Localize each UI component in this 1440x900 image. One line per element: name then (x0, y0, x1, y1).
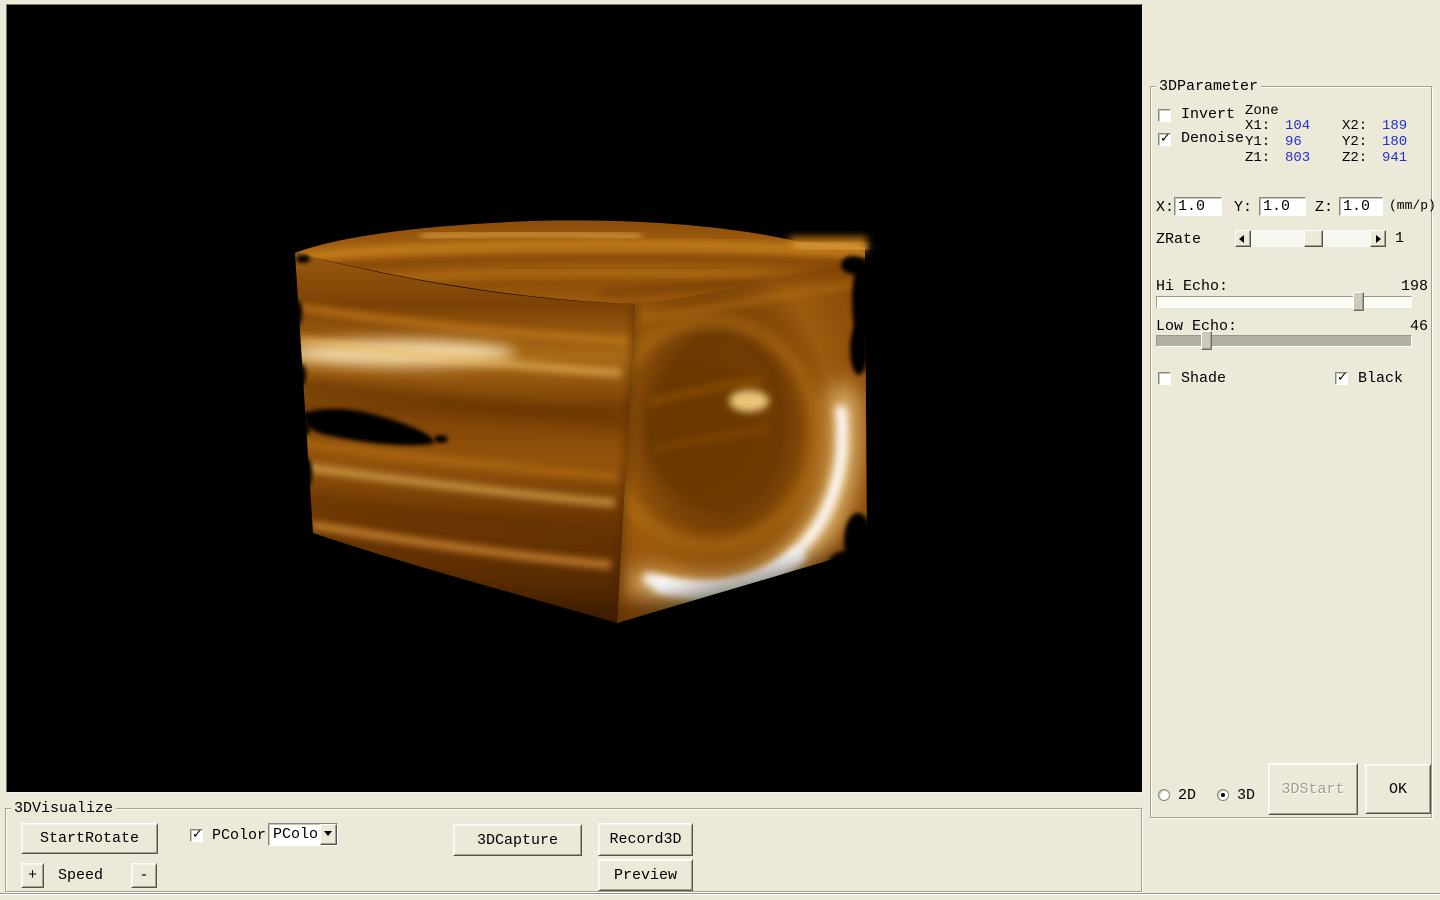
zone-y2-label: Y2: (1342, 134, 1367, 150)
pcolor-dropdown-value: PColor (273, 826, 327, 843)
zone-z2-label: Z2: (1342, 150, 1367, 166)
render-viewport[interactable] (6, 4, 1143, 793)
low-echo-value: 46 (1381, 318, 1428, 335)
x-scale-label: X: (1156, 199, 1174, 216)
hi-echo-track[interactable] (1156, 296, 1412, 308)
zone-z2-value: 941 (1382, 150, 1407, 166)
zone-y1-label: Y1: (1245, 134, 1270, 150)
visualize-groupbox: 3DVisualize StartRotate + Speed - PColor… (5, 808, 1142, 892)
mode-2d-radio[interactable] (1158, 789, 1170, 801)
arrow-left-icon (1239, 235, 1244, 243)
low-echo-thumb[interactable] (1201, 331, 1212, 350)
parameter-groupbox: 3DParameter Invert Denoise Zone X1: 104 … (1150, 86, 1432, 818)
ok-button[interactable]: OK (1365, 764, 1431, 814)
record3d-button[interactable]: Record3D (598, 823, 693, 856)
zone-x2-value: 189 (1382, 118, 1407, 134)
zone-y2-value: 180 (1382, 134, 1407, 150)
zone-z1-value: 803 (1285, 150, 1310, 166)
3dstart-button[interactable]: 3DStart (1268, 763, 1358, 815)
low-echo-label: Low Echo: (1156, 318, 1237, 335)
arrow-right-icon (1376, 235, 1381, 243)
pcolor-dropdown[interactable]: PColor (268, 823, 338, 846)
hi-echo-label: Hi Echo: (1156, 278, 1228, 295)
invert-label: Invert (1181, 106, 1235, 123)
zone-x2-label: X2: (1342, 118, 1367, 134)
invert-checkbox[interactable] (1158, 109, 1171, 122)
x-scale-field[interactable] (1174, 197, 1222, 216)
scale-unit-label: (mm/p) (1389, 198, 1436, 213)
denoise-label: Denoise (1181, 130, 1244, 147)
shade-label: Shade (1181, 370, 1226, 387)
preview-button[interactable]: Preview (598, 859, 693, 891)
zrate-thumb[interactable] (1304, 230, 1323, 247)
3dcapture-button[interactable]: 3DCapture (453, 824, 582, 856)
pcolor-label: PColor (212, 827, 266, 844)
zone-x1-label: X1: (1245, 118, 1270, 134)
zrate-label: ZRate (1156, 231, 1201, 248)
chevron-down-icon (324, 831, 332, 836)
volume-render (7, 5, 1144, 794)
black-checkbox[interactable] (1335, 372, 1348, 385)
zone-label: Zone (1245, 103, 1279, 119)
hi-echo-value: 198 (1381, 278, 1428, 295)
denoise-checkbox[interactable] (1158, 133, 1171, 146)
zone-y1-value: 96 (1285, 134, 1302, 150)
zrate-scrollbar (1235, 230, 1386, 247)
pcolor-dropdown-button[interactable] (320, 824, 337, 845)
speed-label: Speed (58, 867, 103, 884)
visualize-group-title: 3DVisualize (11, 800, 116, 817)
parameter-group-title: 3DParameter (1156, 78, 1261, 95)
start-rotate-button[interactable]: StartRotate (21, 823, 158, 854)
hi-echo-thumb[interactable] (1353, 292, 1364, 311)
shade-checkbox[interactable] (1158, 372, 1171, 385)
mode-3d-label: 3D (1237, 787, 1255, 804)
speed-minus-button[interactable]: - (131, 863, 157, 888)
black-label: Black (1358, 370, 1403, 387)
pcolor-checkbox[interactable] (190, 829, 203, 842)
zrate-left-button[interactable] (1235, 230, 1251, 247)
low-echo-track[interactable] (1156, 335, 1412, 347)
mode-2d-label: 2D (1178, 787, 1196, 804)
zrate-right-button[interactable] (1370, 230, 1386, 247)
z-scale-field[interactable] (1339, 197, 1383, 216)
z-scale-label: Z: (1315, 199, 1333, 216)
y-scale-label: Y: (1234, 199, 1252, 216)
window-bottom-edge (0, 893, 1440, 900)
mode-3d-radio[interactable] (1217, 789, 1229, 801)
zone-z1-label: Z1: (1245, 150, 1270, 166)
application-window: 3DParameter Invert Denoise Zone X1: 104 … (0, 0, 1440, 900)
speed-plus-button[interactable]: + (21, 863, 44, 888)
y-scale-field[interactable] (1259, 197, 1306, 216)
zrate-value: 1 (1395, 230, 1404, 247)
zone-x1-value: 104 (1285, 118, 1310, 134)
